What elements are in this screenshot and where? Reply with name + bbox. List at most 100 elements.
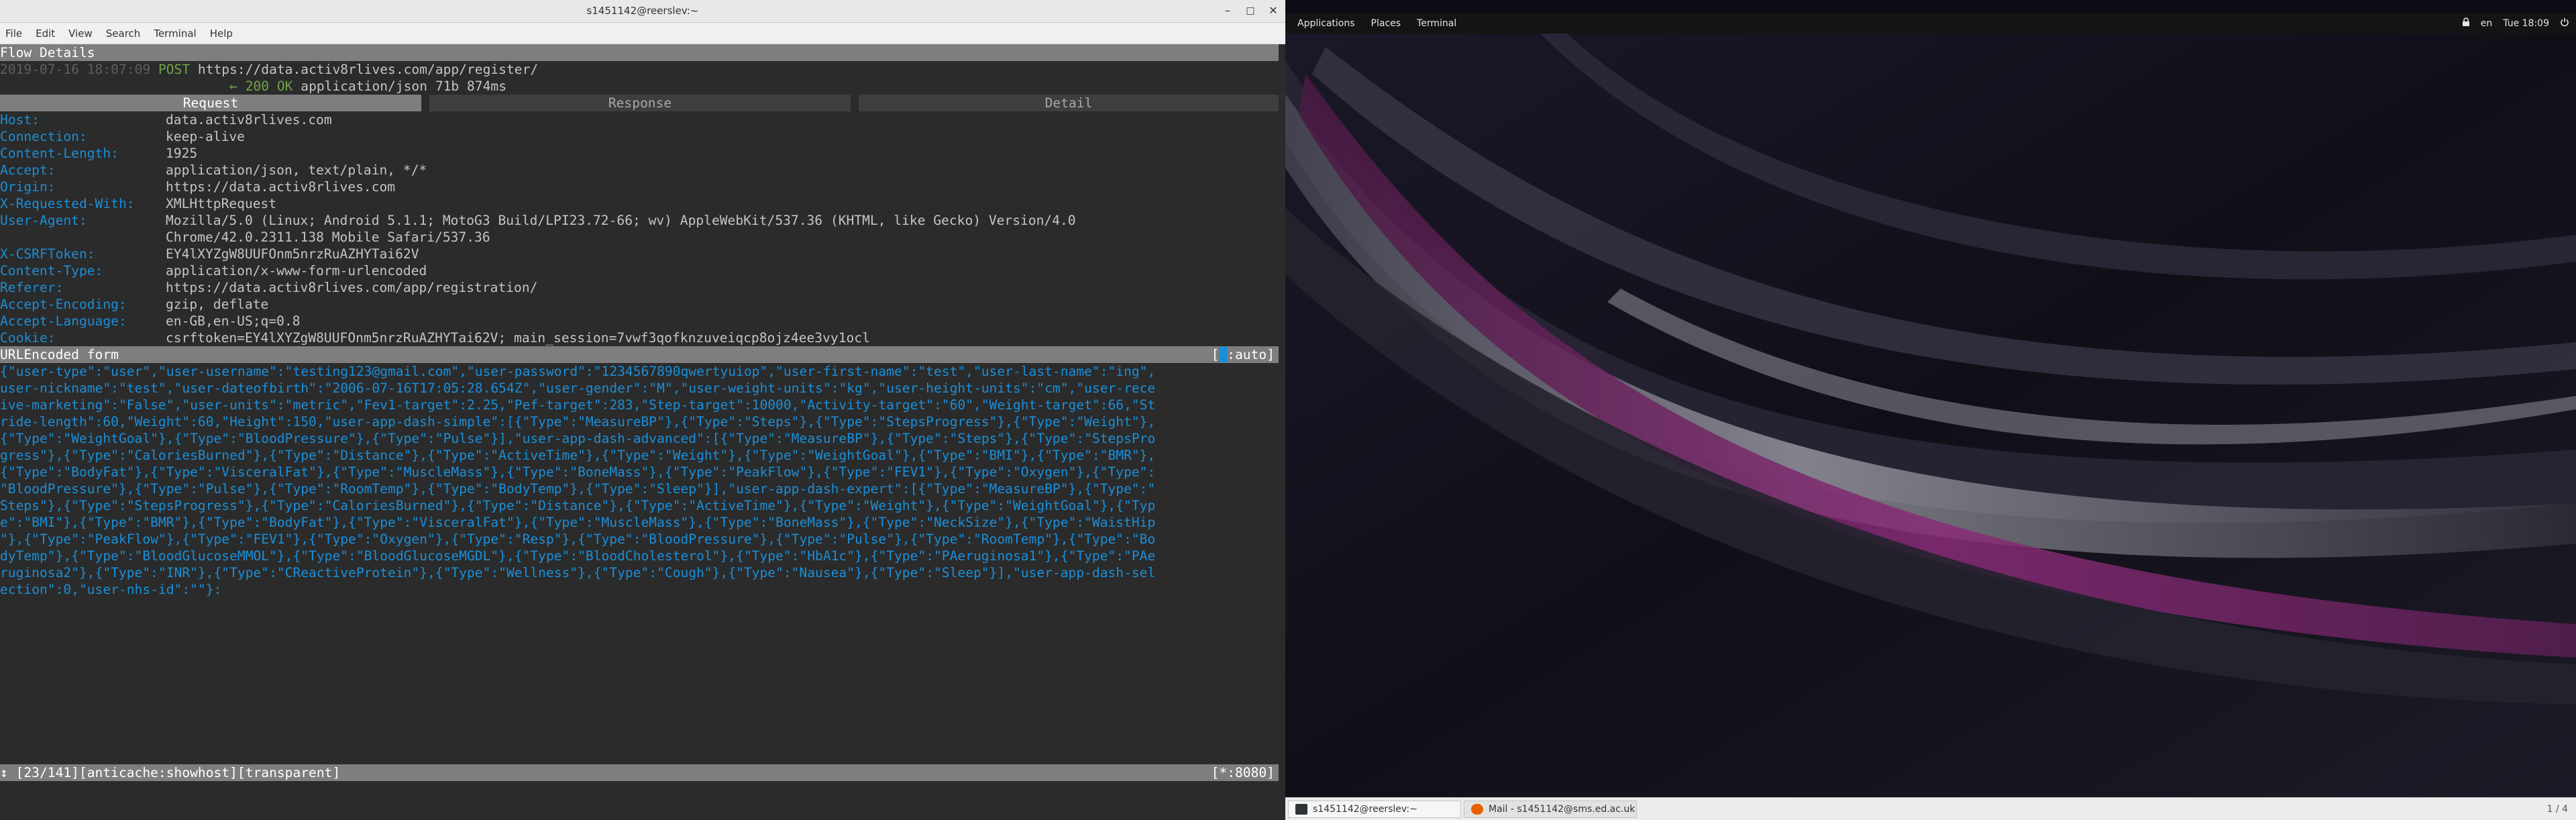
header-key: Origin: bbox=[0, 179, 56, 195]
header-value: application/x-www-form-urlencoded bbox=[166, 263, 427, 278]
header-key: Accept-Encoding: bbox=[0, 297, 127, 312]
taskbar-terminal[interactable]: s1451142@reerslev:~ bbox=[1288, 800, 1461, 818]
task-label: s1451142@reerslev:~ bbox=[1313, 803, 1417, 815]
terminal-scrollbar[interactable] bbox=[1279, 44, 1285, 807]
response-arrow: ← bbox=[229, 79, 237, 94]
header-key: Host: bbox=[0, 112, 40, 127]
header-value: application/json, text/plain, */* bbox=[166, 162, 427, 178]
header-key: Accept-Language: bbox=[0, 313, 127, 329]
desktop: Applications Places Terminal en Tue 18:0… bbox=[1285, 0, 2576, 820]
menu-view[interactable]: View bbox=[68, 28, 93, 40]
header-row: Origin: https://data.activ8rlives.com bbox=[0, 178, 1279, 195]
flow-method: POST bbox=[158, 62, 191, 77]
status-right: [*:8080] bbox=[1211, 765, 1275, 780]
lock-icon bbox=[2462, 17, 2470, 30]
form-mode[interactable]: [█:auto] bbox=[1212, 346, 1279, 363]
form-line: ection":0,"user-nhs-id":""}: bbox=[0, 582, 222, 597]
form-line: ruginosa2"},{"Type":"INR"},{"Type":"CRea… bbox=[0, 565, 1156, 580]
tab-detail[interactable]: Detail bbox=[859, 95, 1279, 111]
status-left: ↕ [23/141][anticache:showhost][transpare… bbox=[0, 764, 340, 781]
power-icon[interactable] bbox=[2560, 17, 2569, 30]
form-line: {"Type":"BodyFat"},{"Type":"VisceralFat"… bbox=[0, 464, 1156, 480]
header-row: Connection: keep-alive bbox=[0, 128, 1279, 145]
form-line: Steps"},{"Type":"StepsProgress"},{"Type"… bbox=[0, 498, 1156, 513]
keyboard-layout[interactable]: en bbox=[2481, 18, 2493, 29]
flow-details-heading: Flow Details bbox=[0, 44, 1279, 61]
header-key: Cookie: bbox=[0, 330, 56, 346]
window-title: s1451142@reerslev:~ bbox=[586, 5, 699, 17]
top-panel: Applications Places Terminal en Tue 18:0… bbox=[1285, 13, 2576, 34]
bottom-panel: s1451142@reerslev:~ Mail - s1451142@sms.… bbox=[1285, 797, 2576, 820]
panel-status-area[interactable]: en Tue 18:09 bbox=[2462, 13, 2569, 34]
flow-summary: 2019-07-16 18:07:09 POST https://data.ac… bbox=[0, 61, 1279, 78]
form-line: ive-marketing":"False","user-units":"met… bbox=[0, 397, 1156, 413]
menu-file[interactable]: File bbox=[5, 28, 22, 40]
header-row: Cookie: csrftoken=EY4lXYZgW8UUFOnm5nrzRuA… bbox=[0, 329, 1279, 346]
header-row: Accept: application/json, text/plain, */* bbox=[0, 162, 1279, 178]
header-key: X-Requested-With: bbox=[0, 196, 135, 211]
header-key: Referer: bbox=[0, 280, 64, 295]
header-value: data.activ8rlives.com bbox=[166, 112, 332, 127]
form-line: "},{"Type":"PeakFlow"},{"Type":"FEV1"},{… bbox=[0, 531, 1156, 547]
tab-response[interactable]: Response bbox=[429, 95, 851, 111]
form-line: {"Type":"WeightGoal"},{"Type":"BloodPres… bbox=[0, 431, 1156, 446]
form-line: dyTemp"},{"Type":"BloodGlucoseMMOL"},{"T… bbox=[0, 548, 1156, 564]
scroll-marker-icon: ↕ bbox=[0, 765, 8, 780]
header-value: en-GB,en-US;q=0.8 bbox=[166, 313, 301, 329]
terminal-titlebar[interactable]: s1451142@reerslev:~ – □ ✕ bbox=[0, 0, 1285, 23]
flow-url: https://data.activ8rlives.com/app/regist… bbox=[197, 62, 539, 77]
places-menu[interactable]: Places bbox=[1371, 18, 1401, 29]
terminal-window: s1451142@reerslev:~ – □ ✕ File Edit View… bbox=[0, 0, 1285, 820]
flow-tabs: Request Response Detail bbox=[0, 95, 1279, 111]
form-body[interactable]: {"user-type":"user","user-username":"tes… bbox=[0, 363, 1279, 598]
header-value: gzip, deflate bbox=[166, 297, 269, 312]
maximize-button[interactable]: □ bbox=[1242, 3, 1258, 19]
form-title: URLEncoded form bbox=[0, 347, 119, 362]
workspace-indicator[interactable]: 1 / 4 bbox=[2547, 804, 2568, 815]
firefox-icon bbox=[1471, 803, 1483, 815]
form-line: gress"},{"Type":"CaloriesBurned"},{"Type… bbox=[0, 448, 1156, 463]
task-label: Mail - s1451142@sms.ed.ac.uk - M... bbox=[1489, 803, 1636, 815]
tab-request[interactable]: Request bbox=[0, 95, 421, 111]
applications-menu[interactable]: Applications bbox=[1297, 18, 1355, 29]
wallpaper-art bbox=[1285, 34, 2576, 797]
header-row: X-CSRFToken: EY4lXYZgW8UUFOnm5nrzRuAZHYTa… bbox=[0, 246, 1279, 262]
wallpaper bbox=[1285, 34, 2576, 797]
header-row: Accept-Language: en-GB,en-US;q=0.8 bbox=[0, 313, 1279, 329]
mitmproxy-console[interactable]: Flow Details 2019-07-16 18:07:09 POST ht… bbox=[0, 44, 1279, 807]
header-value: https://data.activ8rlives.com bbox=[166, 179, 396, 195]
form-line: "BloodPressure"},{"Type":"Pulse"},{"Type… bbox=[0, 481, 1156, 497]
request-headers: Host: data.activ8rlives.com Connection: kee… bbox=[0, 111, 1279, 346]
terminal-bottom-edge bbox=[0, 807, 1285, 820]
header-key: Accept: bbox=[0, 162, 56, 178]
terminal-icon bbox=[1295, 803, 1307, 815]
menu-search[interactable]: Search bbox=[106, 28, 141, 40]
header-value: Mozilla/5.0 (Linux; Android 5.1.1; MotoG… bbox=[166, 213, 1076, 228]
minimize-button[interactable]: – bbox=[1220, 3, 1236, 19]
header-row: Host: data.activ8rlives.com bbox=[0, 111, 1279, 128]
header-row: Content-Length: 1925 bbox=[0, 145, 1279, 162]
close-button[interactable]: ✕ bbox=[1265, 3, 1281, 19]
header-row: X-Requested-With: XMLHttpRequest bbox=[0, 195, 1279, 212]
flow-response-summary: ← 200 OK application/json 71b 874ms bbox=[0, 78, 1279, 95]
header-row: Referer: https://data.activ8rlives.com/ap… bbox=[0, 279, 1279, 296]
response-info: application/json 71b 874ms bbox=[301, 79, 506, 94]
header-value: Chrome/42.0.2311.138 Mobile Safari/537.3… bbox=[166, 229, 490, 245]
menu-edit[interactable]: Edit bbox=[36, 28, 55, 40]
header-value: 1925 bbox=[166, 146, 198, 161]
response-status: 200 OK bbox=[245, 79, 293, 94]
header-row: Chrome/42.0.2311.138 Mobile Safari/537.3… bbox=[0, 229, 1279, 246]
status-flow-info: [23/141][anticache:showhost][transparent… bbox=[15, 765, 341, 780]
menu-help[interactable]: Help bbox=[210, 28, 233, 40]
taskbar-firefox-mail[interactable]: Mail - s1451142@sms.ed.ac.uk - M... bbox=[1464, 800, 1637, 818]
terminal-app-menu[interactable]: Terminal bbox=[1417, 18, 1456, 29]
header-value: EY4lXYZgW8UUFOnm5nrzRuAZHYTai62V bbox=[166, 246, 419, 262]
header-key: Content-Length: bbox=[0, 146, 119, 161]
menu-terminal[interactable]: Terminal bbox=[154, 28, 196, 40]
header-value: https://data.activ8rlives.com/app/regist… bbox=[166, 280, 538, 295]
header-value: csrftoken=EY4lXYZgW8UUFOnm5nrzRuAZHYTai6… bbox=[166, 330, 870, 346]
header-row: Accept-Encoding: gzip, deflate bbox=[0, 296, 1279, 313]
header-key: Connection: bbox=[0, 129, 87, 144]
form-header: URLEncoded form [█:auto] bbox=[0, 346, 1279, 363]
clock[interactable]: Tue 18:09 bbox=[2503, 18, 2549, 29]
